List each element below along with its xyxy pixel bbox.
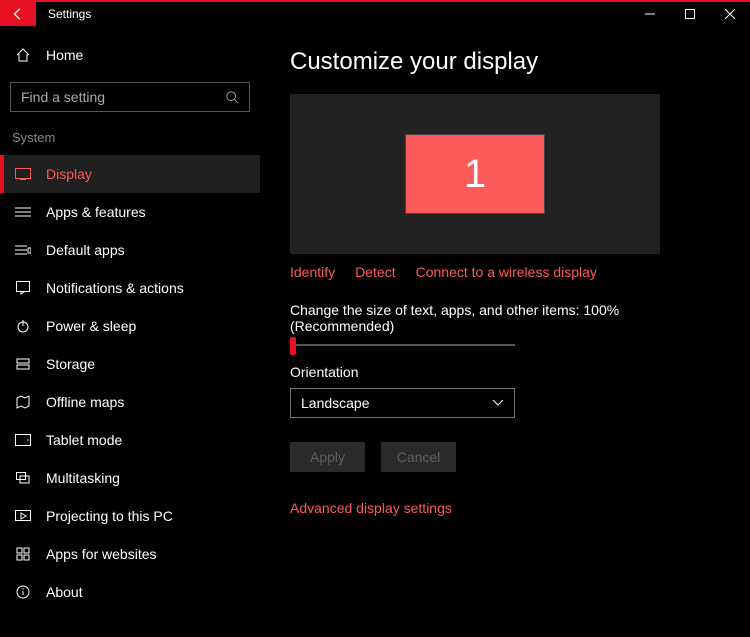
sidebar-item-label: Multitasking (46, 470, 120, 486)
advanced-display-link[interactable]: Advanced display settings (290, 500, 720, 516)
apps-features-icon (14, 203, 32, 221)
section-label: System (0, 126, 260, 155)
display-preview[interactable]: 1 (290, 94, 660, 254)
home-icon (14, 46, 32, 64)
monitor-1[interactable]: 1 (405, 134, 545, 214)
sidebar-item-label: Projecting to this PC (46, 508, 173, 524)
multitasking-icon (14, 469, 32, 487)
close-icon (725, 9, 735, 19)
maximize-icon (685, 9, 695, 19)
display-icon (14, 165, 32, 183)
page-title: Customize your display (290, 48, 720, 76)
sidebar-item-notifications[interactable]: Notifications & actions (0, 269, 260, 307)
scale-slider[interactable] (290, 344, 515, 346)
default-apps-icon (14, 241, 32, 259)
search-icon (225, 90, 239, 104)
sidebar-item-power-sleep[interactable]: Power & sleep (0, 307, 260, 345)
sidebar-item-projecting[interactable]: Projecting to this PC (0, 497, 260, 535)
sidebar-item-tablet-mode[interactable]: Tablet mode (0, 421, 260, 459)
sidebar-item-label: Notifications & actions (46, 280, 184, 296)
sidebar-item-about[interactable]: About (0, 573, 260, 611)
sidebar-item-label: Display (46, 166, 92, 182)
minimize-icon (645, 9, 655, 19)
apps-websites-icon (14, 545, 32, 563)
sidebar-item-label: Apps & features (46, 204, 146, 220)
about-icon (14, 583, 32, 601)
sidebar-item-multitasking[interactable]: Multitasking (0, 459, 260, 497)
cancel-button[interactable]: Cancel (381, 442, 456, 472)
orientation-value: Landscape (301, 395, 370, 411)
maximize-button[interactable] (670, 2, 710, 26)
chevron-down-icon (492, 399, 504, 407)
sidebar-item-label: Offline maps (46, 394, 124, 410)
home-link[interactable]: Home (0, 36, 260, 74)
orientation-dropdown[interactable]: Landscape (290, 388, 515, 418)
back-button[interactable] (0, 2, 36, 26)
sidebar-item-default-apps[interactable]: Default apps (0, 231, 260, 269)
scale-label: Change the size of text, apps, and other… (290, 302, 720, 334)
close-button[interactable] (710, 2, 750, 26)
window-title: Settings (36, 2, 630, 26)
search-input[interactable]: Find a setting (10, 82, 250, 112)
main-content: Customize your display 1 Identify Detect… (260, 26, 750, 637)
sidebar-item-label: Storage (46, 356, 95, 372)
titlebar: Settings (0, 0, 750, 26)
orientation-label: Orientation (290, 364, 720, 380)
sidebar-item-label: About (46, 584, 83, 600)
storage-icon (14, 355, 32, 373)
notifications-icon (14, 279, 32, 297)
maps-icon (14, 393, 32, 411)
window-controls (630, 2, 750, 26)
sidebar-item-apps-websites[interactable]: Apps for websites (0, 535, 260, 573)
projecting-icon (14, 507, 32, 525)
apply-button[interactable]: Apply (290, 442, 365, 472)
sidebar-item-offline-maps[interactable]: Offline maps (0, 383, 260, 421)
detect-link[interactable]: Detect (355, 264, 395, 280)
home-label: Home (46, 47, 83, 63)
sidebar-item-label: Power & sleep (46, 318, 136, 334)
slider-thumb[interactable] (290, 337, 296, 355)
sidebar-item-apps-features[interactable]: Apps & features (0, 193, 260, 231)
search-placeholder: Find a setting (21, 89, 225, 105)
connect-wireless-link[interactable]: Connect to a wireless display (416, 264, 597, 280)
sidebar-item-storage[interactable]: Storage (0, 345, 260, 383)
power-icon (14, 317, 32, 335)
tablet-icon (14, 431, 32, 449)
arrow-left-icon (11, 7, 25, 21)
sidebar: Home Find a setting System Display Apps … (0, 26, 260, 637)
sidebar-item-label: Default apps (46, 242, 125, 258)
sidebar-item-label: Tablet mode (46, 432, 122, 448)
identify-link[interactable]: Identify (290, 264, 335, 280)
sidebar-item-display[interactable]: Display (0, 155, 260, 193)
minimize-button[interactable] (630, 2, 670, 26)
sidebar-item-label: Apps for websites (46, 546, 157, 562)
